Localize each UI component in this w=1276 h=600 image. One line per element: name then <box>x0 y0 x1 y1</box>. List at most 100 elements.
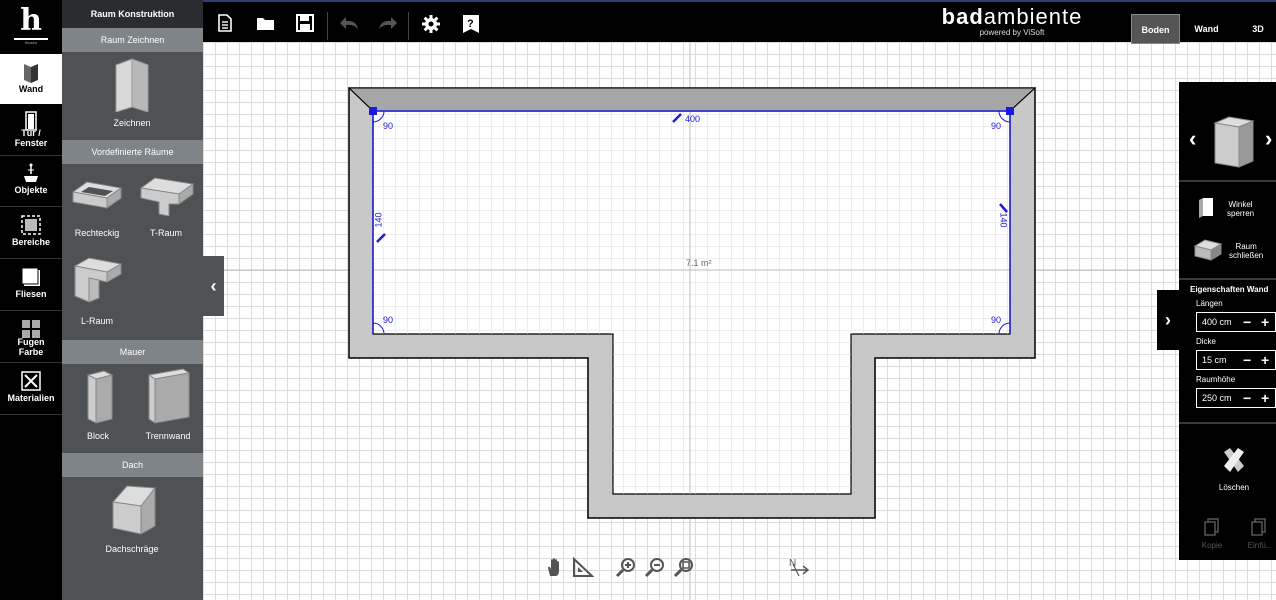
panel-title: Raum Konstruktion <box>62 0 203 28</box>
laengen-minus-button[interactable]: − <box>1243 313 1251 331</box>
open-folder-icon[interactable] <box>256 14 276 34</box>
laengen-value[interactable]: 400 cm <box>1202 317 1232 327</box>
door-icon <box>0 106 62 131</box>
floor-plan-canvas[interactable]: 7.1 m² 400 140 140 90 90 90 90 <box>203 42 1276 600</box>
nav-fliesen-label: Fliesen <box>15 289 47 299</box>
areas-icon <box>0 209 62 237</box>
tool-trennwand[interactable]: Trennwand <box>138 367 198 441</box>
einfuegen-label: Einfü.. <box>1247 541 1271 550</box>
section-raum-zeichnen: Raum Zeichnen <box>62 28 203 52</box>
tiles-icon <box>0 261 62 289</box>
tool-t-raum-label: T-Raum <box>149 228 182 238</box>
room-construction-panel: Raum Konstruktion Raum Zeichnen Zeichnen… <box>62 0 203 600</box>
brand-powered-by: powered by ViSoft <box>979 28 1045 37</box>
tab-boden[interactable]: Boden <box>1131 14 1180 44</box>
wall-icon <box>2 56 60 84</box>
angle-lock-icon <box>1199 198 1213 218</box>
selected-wall <box>347 87 1037 112</box>
zoom-in-icon[interactable] <box>615 556 637 578</box>
settings-gear-icon[interactable] <box>421 14 441 34</box>
nav-bereiche-label: Bereiche <box>11 237 51 247</box>
nav-wand-label: Wand <box>18 84 44 94</box>
collapse-panel-button[interactable]: ‹ <box>203 256 224 316</box>
section-dach: Dach <box>62 453 203 477</box>
dimension-left-label[interactable]: 140 <box>374 212 384 227</box>
nav-wand[interactable]: Wand <box>0 54 62 104</box>
nav-materialien[interactable]: Materialien <box>0 365 62 415</box>
angle-label: 90 <box>991 315 1002 325</box>
dicke-minus-button[interactable]: − <box>1243 351 1251 369</box>
raumhoehe-value[interactable]: 250 cm <box>1202 393 1232 403</box>
raum-schliessen-button[interactable]: Raum schließen <box>1193 238 1273 266</box>
tab-wand[interactable]: Wand <box>1184 14 1229 44</box>
nav-materialien-label: Materialien <box>7 393 55 403</box>
nav-tuer-fenster[interactable]: Tür / Fenster <box>0 106 62 156</box>
measure-triangle-icon[interactable] <box>572 556 595 578</box>
zoom-fit-icon[interactable] <box>673 556 695 578</box>
angle-label: 90 <box>991 121 1002 131</box>
tool-zeichnen[interactable]: Zeichnen <box>97 57 167 128</box>
delete-x-icon <box>1224 448 1244 472</box>
dicke-plus-button[interactable]: + <box>1261 351 1269 369</box>
nav-fliesen[interactable]: Fliesen <box>0 261 62 311</box>
laengen-plus-button[interactable]: + <box>1261 313 1269 331</box>
brand-logo: badambiente powered by ViSoft <box>917 6 1107 38</box>
close-room-icon <box>1193 239 1223 261</box>
tool-zeichnen-label: Zeichnen <box>113 118 151 128</box>
pan-hand-icon[interactable] <box>544 556 566 578</box>
next-arrow-icon[interactable]: › <box>1265 126 1272 152</box>
raumhoehe-field[interactable]: 250 cm − + <box>1196 388 1276 408</box>
company-logo: h Klosen <box>0 0 62 50</box>
objects-icon <box>0 157 62 185</box>
tool-t-raum[interactable]: T-Raum <box>136 176 196 238</box>
raumhoehe-label: Raumhöhe <box>1196 375 1236 384</box>
dimension-top-label[interactable]: 400 <box>685 114 700 124</box>
materials-icon <box>0 365 62 393</box>
tool-dachschraege-label: Dachschräge <box>105 544 159 554</box>
tool-l-raum[interactable]: L-Raum <box>67 256 127 326</box>
laengen-field[interactable]: 400 cm − + <box>1196 312 1276 332</box>
dicke-label: Dicke <box>1196 337 1217 346</box>
tool-block[interactable]: Block <box>70 367 126 441</box>
svg-text:?: ? <box>467 18 474 30</box>
expand-right-panel-button[interactable]: › <box>1157 290 1179 350</box>
undo-icon[interactable] <box>338 14 358 34</box>
tab-3d[interactable]: 3D <box>1240 14 1276 44</box>
winkel-sperren-button[interactable]: Winkel sperren <box>1193 196 1273 222</box>
redo-icon[interactable] <box>377 14 397 34</box>
kopie-button[interactable]: Kopie <box>1199 518 1225 554</box>
dimension-right-label[interactable]: 140 <box>999 212 1009 227</box>
laengen-label: Längen <box>1196 299 1223 308</box>
left-nav: h Klosen Wand Tür / Fenster Objekte Bere… <box>0 0 62 600</box>
prev-arrow-icon[interactable]: ‹ <box>1189 126 1196 152</box>
tool-dachschraege[interactable]: Dachschräge <box>97 482 167 554</box>
copy-icon <box>1204 518 1219 536</box>
raum-schliessen-label: Raum schließen <box>1229 242 1264 260</box>
loeschen-button[interactable]: Löschen <box>1199 446 1269 496</box>
raumhoehe-plus-button[interactable]: + <box>1261 389 1269 407</box>
nav-fugen-farbe[interactable]: Fugen Farbe <box>0 313 62 363</box>
loeschen-label: Löschen <box>1218 483 1250 492</box>
wall-preview-image <box>1213 115 1257 174</box>
zoom-out-icon[interactable] <box>644 556 666 578</box>
kopie-label: Kopie <box>1201 541 1223 550</box>
north-direction-icon[interactable]: N <box>787 556 810 578</box>
corner-handle <box>1006 107 1014 115</box>
dicke-value[interactable]: 15 cm <box>1202 355 1227 365</box>
tool-block-label: Block <box>86 431 109 441</box>
grout-color-icon <box>0 313 62 338</box>
tool-rechteckig[interactable]: Rechteckig <box>67 176 127 238</box>
help-icon[interactable]: ? <box>462 14 482 34</box>
area-label: 7.1 m² <box>686 258 712 268</box>
tool-l-raum-label: L-Raum <box>80 316 113 326</box>
properties-header: Eigenschaften Wand <box>1190 285 1269 294</box>
save-icon[interactable] <box>296 14 316 34</box>
nav-bereiche[interactable]: Bereiche <box>0 209 62 259</box>
nav-tuer-fenster-label: Tür / Fenster <box>14 128 48 148</box>
raumhoehe-minus-button[interactable]: − <box>1243 389 1251 407</box>
einfuegen-button[interactable]: Einfü.. <box>1243 518 1275 554</box>
nav-objekte[interactable]: Objekte <box>0 157 62 207</box>
section-mauer: Mauer <box>62 340 203 364</box>
dicke-field[interactable]: 15 cm − + <box>1196 350 1276 370</box>
new-document-icon[interactable] <box>217 14 237 34</box>
